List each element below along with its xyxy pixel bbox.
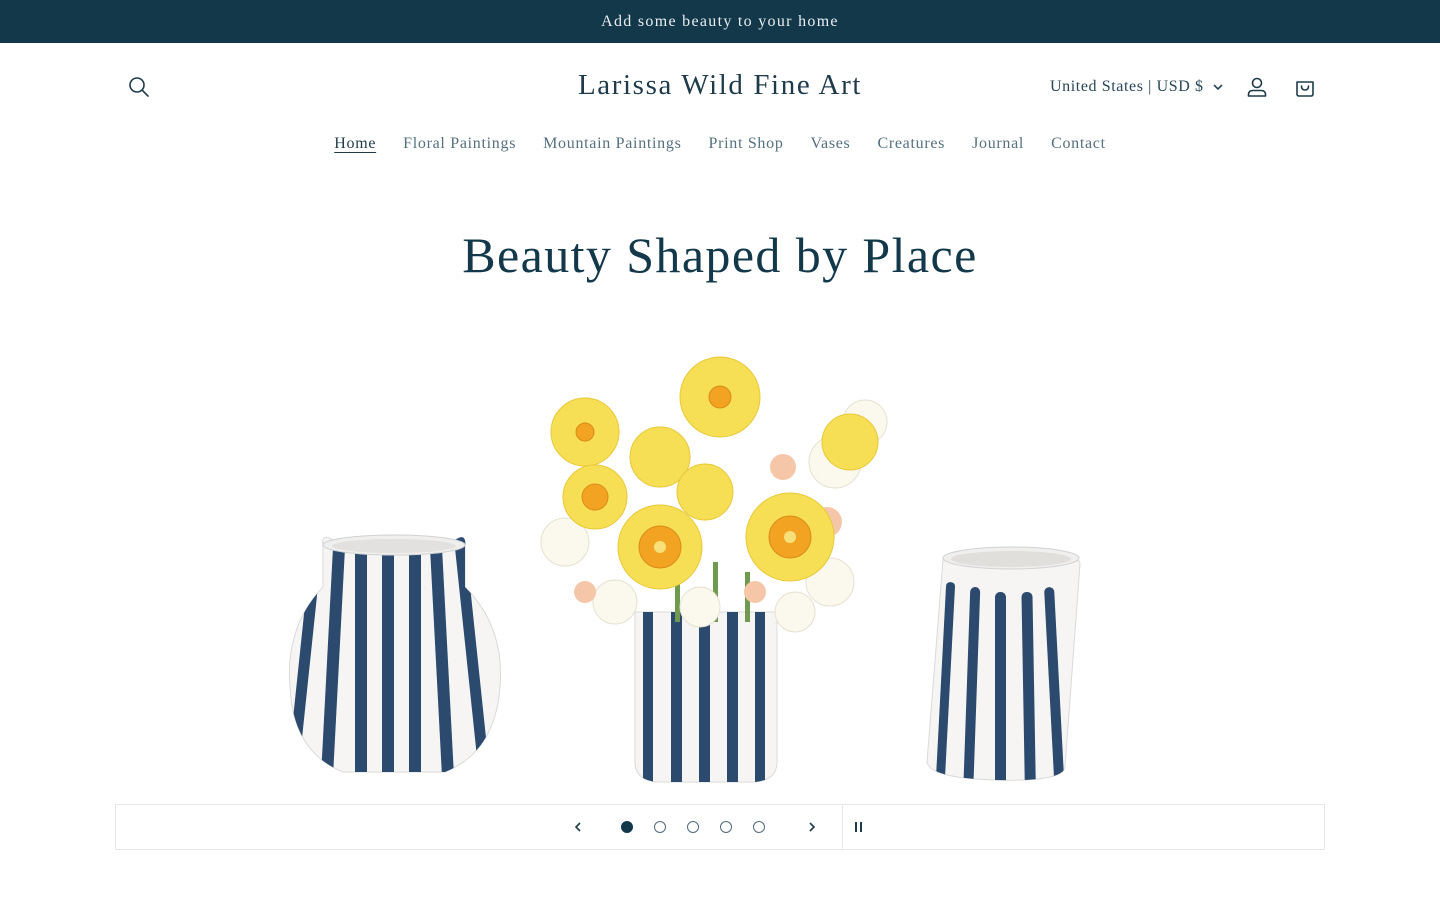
nav-item-vases[interactable]: Vases — [811, 133, 851, 159]
country-currency-label: United States | USD $ — [1050, 78, 1204, 95]
chevron-left-icon — [574, 822, 581, 832]
slide-dot-3[interactable] — [687, 821, 699, 833]
slide-next-button[interactable] — [796, 805, 828, 849]
nav-item-contact[interactable]: Contact — [1051, 133, 1106, 159]
cart-button[interactable] — [1285, 67, 1325, 107]
country-currency-selector[interactable]: United States | USD $ — [1050, 73, 1224, 101]
site-logo[interactable]: Larissa Wild Fine Art — [578, 69, 862, 101]
account-button[interactable] — [1237, 67, 1277, 107]
slide-dot-5[interactable] — [753, 821, 765, 833]
site-logo-wrap: Larissa Wild Fine Art — [0, 69, 1440, 102]
slide-dot-4[interactable] — [720, 821, 732, 833]
announcement-text: Add some beauty to your home — [601, 12, 839, 30]
nav-item-home[interactable]: Home — [334, 133, 376, 159]
search-icon — [129, 77, 149, 97]
announcement-bar: Add some beauty to your home — [0, 0, 1440, 43]
slide-dot-2[interactable] — [654, 821, 666, 833]
slideshow-pause-button[interactable] — [846, 805, 870, 849]
slideshow-controls — [115, 804, 1325, 850]
main-navigation: Home Floral Paintings Mountain Paintings… — [0, 133, 1440, 159]
daffodil-bouquet — [540, 356, 888, 633]
hero-title: Beauty Shaped by Place — [462, 227, 978, 283]
pause-icon — [854, 822, 857, 832]
search-button[interactable] — [119, 67, 159, 107]
slide-prev-button[interactable] — [562, 805, 594, 849]
middle-vase — [634, 611, 778, 783]
nav-item-mountain-paintings[interactable]: Mountain Paintings — [543, 133, 681, 159]
right-vase — [926, 546, 1081, 781]
chevron-right-icon — [809, 822, 816, 832]
controls-divider — [842, 805, 843, 849]
nav-item-print-shop[interactable]: Print Shop — [709, 133, 784, 159]
site-header: Larissa Wild Fine Art United States | US… — [0, 43, 1440, 133]
slide-dot-1[interactable] — [621, 821, 633, 833]
nav-item-floral-paintings[interactable]: Floral Paintings — [403, 133, 516, 159]
nav-item-creatures[interactable]: Creatures — [877, 133, 945, 159]
account-icon — [1247, 77, 1267, 97]
chevron-down-icon — [1213, 84, 1223, 91]
slide-dots — [621, 821, 765, 833]
cart-icon — [1296, 81, 1314, 97]
nav-item-journal[interactable]: Journal — [972, 133, 1024, 159]
left-vase — [288, 534, 502, 773]
hero-slideshow — [115, 342, 1325, 802]
slide-image-striped-vases-daffodils — [288, 356, 1081, 783]
